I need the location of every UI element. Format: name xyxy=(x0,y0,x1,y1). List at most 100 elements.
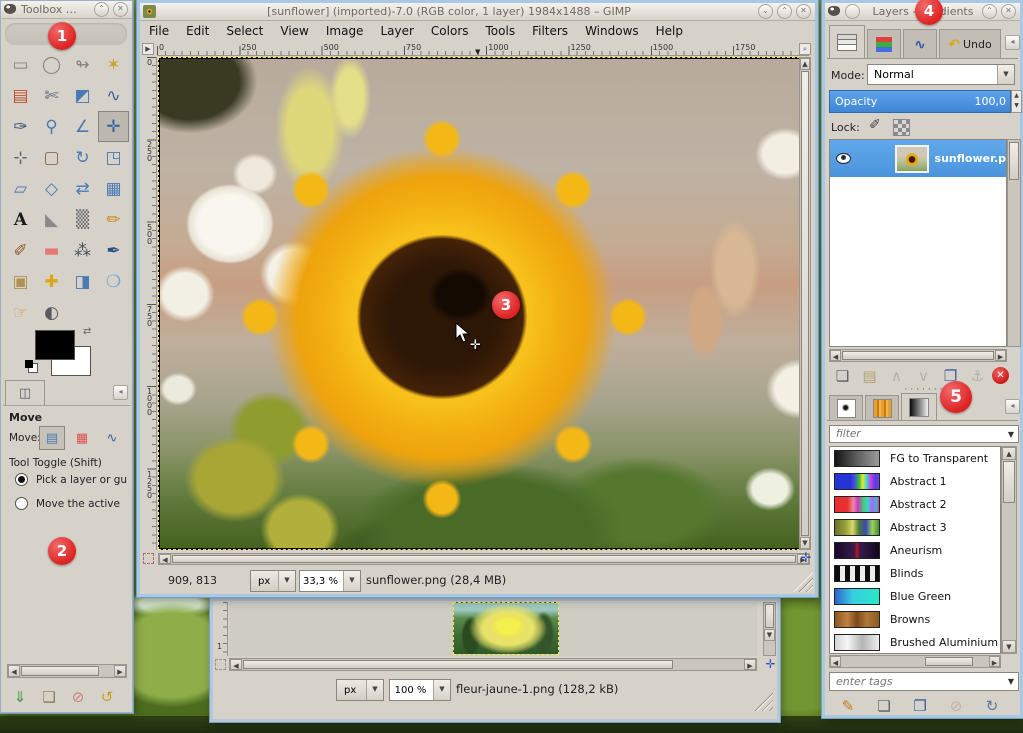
tool-flip[interactable]: ⇄ xyxy=(67,173,98,204)
duplicate-gradient-button[interactable]: ❐ xyxy=(909,695,931,717)
default-colors-icon[interactable] xyxy=(25,360,33,368)
menu-colors[interactable]: Colors xyxy=(431,24,469,38)
main-navigation-icon[interactable]: ✛ xyxy=(799,552,813,566)
menu-filters[interactable]: Filters xyxy=(532,24,568,38)
dock-maximize-button[interactable]: ⌃ xyxy=(982,4,997,19)
dock-tab-menu-button[interactable]: ◂ xyxy=(1005,35,1020,50)
gradients-dock-menu-button[interactable]: ◂ xyxy=(1005,399,1020,414)
gradient-item[interactable]: Brushed Aluminium xyxy=(830,631,1000,654)
delete-layer-button[interactable]: ✕ xyxy=(992,367,1009,384)
tool-eraser[interactable]: ▬ xyxy=(36,235,67,266)
menu-image[interactable]: Image xyxy=(326,24,364,38)
main-hscrollbar[interactable]: ◀ ▶ xyxy=(158,553,810,565)
main-minimize-button[interactable]: ⌄ xyxy=(758,4,773,19)
tool-rotate[interactable]: ↻ xyxy=(67,142,98,173)
toolbox-close-button[interactable]: ✕ xyxy=(113,2,128,17)
gradient-item[interactable]: Blue Green xyxy=(830,585,1000,608)
canvas-menu-button[interactable]: ▶ xyxy=(142,43,154,55)
main-resize-grip[interactable] xyxy=(793,572,813,592)
menu-help[interactable]: Help xyxy=(656,24,683,38)
fleur-hscrollbar[interactable]: ◀ ▶ xyxy=(229,658,757,671)
tool-foreground-select[interactable]: ◩ xyxy=(67,80,98,111)
opacity-slider[interactable]: Opacity 100,0 xyxy=(829,90,1011,113)
radio-button[interactable] xyxy=(15,497,28,510)
toolbox-titlebar[interactable]: Toolbox … ⌃ ✕ xyxy=(1,1,132,19)
horizontal-ruler[interactable]: 02505007501000125015001750 ▼ xyxy=(157,43,809,56)
main-maximize-button[interactable]: ⌃ xyxy=(777,4,792,19)
restore-tool-options-button[interactable]: ❏ xyxy=(38,686,60,708)
swap-colors-icon[interactable]: ⇄ xyxy=(83,326,91,337)
fleur-zoom-dropdown-arrow[interactable]: ▼ xyxy=(433,680,450,700)
gradient-list-vscrollbar[interactable]: ▲ ▼ xyxy=(1001,446,1017,654)
layers-gradients-window[interactable]: Layers - Gradients ⌃ ✕ ∿ ↶ Undo ◂ Mode: … xyxy=(822,0,1023,718)
gradient-filter-box[interactable]: ▼ xyxy=(829,425,1019,443)
tool-move[interactable]: ✛ xyxy=(98,111,129,142)
tool-free-select[interactable]: ↬ xyxy=(67,49,98,80)
zoom-dropdown-arrow[interactable]: ▼ xyxy=(343,571,360,591)
opacity-spinner[interactable]: ▲▼ xyxy=(1011,90,1022,113)
move-path-button[interactable]: ∿ xyxy=(99,426,125,450)
toolbox-shade-button[interactable]: ⌃ xyxy=(94,2,109,17)
unit-dropdown-arrow[interactable]: ▼ xyxy=(278,571,295,591)
menu-view[interactable]: View xyxy=(280,24,308,38)
radio-button[interactable] xyxy=(15,473,28,486)
quickmask-button[interactable] xyxy=(143,553,154,564)
tool-airbrush[interactable]: ⁂ xyxy=(67,235,98,266)
main-vscrollbar[interactable]: ▲ ▼ xyxy=(799,57,811,550)
tool-perspective[interactable]: ◇ xyxy=(36,173,67,204)
zoom-combo[interactable]: 33,3 % ▼ xyxy=(299,570,361,592)
gradient-item[interactable]: Abstract 1 xyxy=(830,470,1000,493)
tool-blur-sharpen[interactable]: ❍ xyxy=(98,266,129,297)
tool-shear[interactable]: ▱ xyxy=(5,173,36,204)
tab-brushes[interactable] xyxy=(829,395,863,421)
toolbox-window[interactable]: Toolbox … ⌃ ✕ ▭◯↬✶▤✄◩∿✑⚲∠✛⊹▢↻◳▱◇⇄▦A◣▒✏✐▬… xyxy=(0,0,133,713)
new-layer-button[interactable]: ❏ xyxy=(830,365,855,387)
image-window-fleur-jaune[interactable]: 1 ▼ ◀ ▶ ✛ px ▼ 100 % ▼ fleur xyxy=(210,598,780,722)
fleur-zoom-combo[interactable]: 100 % ▼ xyxy=(389,679,451,701)
zoom-follow-button[interactable]: ⌕ xyxy=(799,43,811,55)
fleur-quickmask-button[interactable] xyxy=(215,659,226,670)
move-target-option[interactable]: Pick a layer or gu xyxy=(15,473,133,486)
menu-layer[interactable]: Layer xyxy=(380,24,413,38)
tool-select-by-color[interactable]: ▤ xyxy=(5,80,36,111)
refresh-gradients-button[interactable]: ↻ xyxy=(981,695,1003,717)
tool-color-picker[interactable]: ✑ xyxy=(5,111,36,142)
tool-scale[interactable]: ◳ xyxy=(98,142,129,173)
menu-tools[interactable]: Tools xyxy=(486,24,516,38)
gradient-item[interactable]: Blinds xyxy=(830,562,1000,585)
main-titlebar[interactable]: [sunflower] (imported)-7.0 (RGB color, 1… xyxy=(140,3,815,21)
foreground-color-swatch[interactable] xyxy=(35,330,75,360)
menu-file[interactable]: File xyxy=(149,24,169,38)
image-window-sunflower[interactable]: [sunflower] (imported)-7.0 (RGB color, 1… xyxy=(137,0,818,597)
layer-row-sunflower[interactable]: sunflower.p xyxy=(830,140,1006,177)
mode-combo[interactable]: Normal ▼ xyxy=(867,64,1015,85)
edit-gradient-button[interactable]: ✎ xyxy=(837,695,859,717)
tool-text[interactable]: A xyxy=(5,204,36,235)
canvas-sunflower-image[interactable] xyxy=(160,59,808,548)
gradient-item[interactable]: Abstract 3 xyxy=(830,516,1000,539)
layer-list[interactable]: sunflower.p xyxy=(829,139,1007,347)
tool-options-tab[interactable]: ◫ xyxy=(5,380,45,406)
main-close-button[interactable]: ✕ xyxy=(796,4,811,19)
fleur-image[interactable] xyxy=(453,602,559,655)
unit-combo[interactable]: px ▼ xyxy=(250,570,296,592)
tool-rectangle-select[interactable]: ▭ xyxy=(5,49,36,80)
layer-list-hscrollbar[interactable]: ◀ ▶ xyxy=(829,349,1007,362)
tool-smudge[interactable]: ☞ xyxy=(5,297,36,328)
fleur-unit-combo[interactable]: px ▼ xyxy=(336,679,384,701)
tool-paintbrush[interactable]: ✐ xyxy=(5,235,36,266)
new-layer-group-button[interactable]: ▤ xyxy=(857,365,882,387)
color-selector[interactable]: ⇄ xyxy=(31,330,101,376)
gradient-item[interactable]: Abstract 2 xyxy=(830,493,1000,516)
lock-alpha-icon[interactable] xyxy=(893,119,910,136)
tool-ellipse-select[interactable]: ◯ xyxy=(36,49,67,80)
fleur-navigation-icon[interactable]: ✛ xyxy=(764,658,777,671)
tags-dropdown-arrow[interactable]: ▼ xyxy=(1008,677,1014,686)
tool-pencil[interactable]: ✏ xyxy=(98,204,129,235)
tab-patterns[interactable] xyxy=(865,395,899,421)
dock-close-button[interactable]: ✕ xyxy=(1001,4,1016,19)
gradient-list-hscrollbar[interactable]: ◀ ▶ xyxy=(829,655,1001,668)
fleur-vscrollbar[interactable]: ▼ xyxy=(763,602,776,656)
tool-bucket-fill[interactable]: ◣ xyxy=(36,204,67,235)
tool-fuzzy-select[interactable]: ✶ xyxy=(98,49,129,80)
